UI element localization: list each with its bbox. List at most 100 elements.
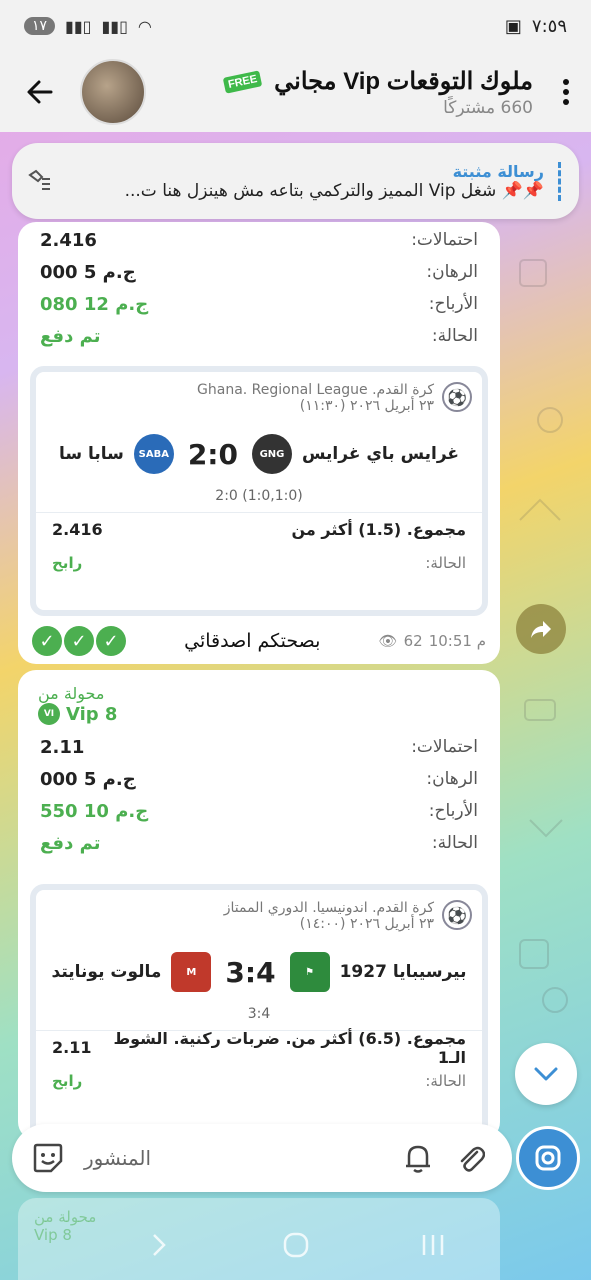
nav-recents-button[interactable] [413,1225,453,1265]
status-label: الحالة: [431,326,478,346]
more-options-button[interactable] [541,52,591,132]
winnings-label: الأرباح: [428,801,478,821]
away-team-logo: SABA [133,434,174,474]
nav-back-icon [152,1234,166,1256]
bet-card-2[interactable]: ⚽ كرة القدم. اندونيسيا. الدوري الممتاز ٢… [30,884,488,1140]
bet-card-1[interactable]: ⚽ كرة القدم. Ghana. Regional League ٢٣ أ… [30,366,488,616]
back-button[interactable] [0,52,80,132]
away-team: مالوت يونايتد [51,962,162,982]
pinned-message-text: 📌📌 شغل Vip المميز والتركمي بتاعه مش هينز… [64,181,544,201]
bet-status-label: الحالة: [425,554,466,572]
channel-post-1[interactable]: 2.416 احتمالات: ج.م 5 000 الرهان: ج.م 12… [18,222,500,664]
channel-title: ملوك التوقعات Vip مجاني FREE [162,67,533,96]
post-time: 10:51 م [428,632,486,650]
odds-value: 2.11 [40,736,85,758]
match-header: ⚽ كرة القدم. Ghana. Regional League ٢٣ أ… [36,372,482,414]
scroll-to-bottom-button[interactable] [515,1043,577,1105]
forwarded-header: محولة من VI Vip 8 [18,670,500,725]
home-team: غرايس باي غرايس [302,444,460,464]
channel-header: ملوك التوقعات Vip مجاني FREE 660 مشتركًا [0,52,591,132]
scoreline: مالوت يونايتد M 3:4 ⚑ بيرسيبايا 1927 [36,938,482,1006]
channel-post-2[interactable]: محولة من VI Vip 8 2.11 احتمالات: ج.م 5 0… [18,670,500,1140]
eye-icon: 👁 [378,632,398,650]
stake-label: الرهان: [426,769,478,789]
status-row: تم دفع الحالة: [18,320,500,352]
nav-home-button[interactable] [276,1225,316,1265]
match-date: ٢٣ أبريل ٢٠٢٦ (١١:٣٠) [299,398,434,414]
match-score: 3:4 [225,955,276,989]
odds-row: 2.11 احتمالات: [18,731,500,763]
match-score: 2:0 [187,437,238,471]
post-caption: بصحتكم اصدقائي [184,630,321,652]
pinned-text-block: رسالة مثبتة 📌📌 شغل Vip المميز والتركمي ب… [64,161,561,201]
bet-selection-row: 2.11 مجموع. (6.5) أكثر من. ضربات ركنية. … [36,1028,482,1067]
back-arrow-icon [27,80,53,104]
sticker-button[interactable] [28,1138,68,1178]
odds-row: 2.416 احتمالات: [18,224,500,256]
system-navigation-bar [0,1210,591,1280]
bet-status-row: رابح الحالة: [36,546,482,580]
bet-card-inner: ⚽ كرة القدم. اندونيسيا. الدوري الممتاز ٢… [36,890,482,1134]
away-team: سابا سا [58,444,124,464]
stake-label: الرهان: [426,262,478,282]
share-arrow-icon [531,621,551,638]
chevron-down-icon [534,1067,558,1081]
channel-title-text: ملوك التوقعات Vip مجاني [274,67,533,95]
football-icon: ⚽ [442,900,472,930]
stake-value: ج.م 5 000 [40,768,136,790]
pinned-message-bar[interactable]: رسالة مثبتة 📌📌 شغل Vip المميز والتركمي ب… [12,143,579,219]
status-label: الحالة: [431,833,478,853]
message-composer: المنشور [12,1124,512,1192]
status-bar: ١٧ ▮▮▯ ▮▮▯ ◠ ▣ ٧:٥٩ [0,0,591,52]
attach-button[interactable] [444,1132,496,1184]
nav-home-icon [283,1232,308,1258]
forwarded-source-name: Vip 8 [66,703,118,725]
camera-icon [535,1145,561,1171]
match-info: كرة القدم. Ghana. Regional League ٢٣ أبر… [197,382,434,414]
pinned-list-icon[interactable] [12,143,64,219]
match-header: ⚽ كرة القدم. اندونيسيا. الدوري الممتاز ٢… [36,890,482,932]
bet-status-row: رابح الحالة: [36,1064,482,1098]
football-icon: ⚽ [442,382,472,412]
subscriber-count: 660 مشتركًا [443,97,533,118]
check-emojis: ✓ ✓ ✓ [32,626,126,656]
free-badge: FREE [222,70,263,94]
signal-icon-2: ▮▮▯ [101,16,128,36]
forwarded-source[interactable]: VI Vip 8 [38,703,480,725]
status-row: تم دفع الحالة: [18,827,500,859]
bet-status-value: رابح [52,554,83,572]
post-input[interactable]: المنشور [68,1146,392,1170]
check-icon: ✓ [96,626,126,656]
league-name: كرة القدم. Ghana. Regional League [197,382,434,398]
away-team-logo: M [171,952,212,992]
status-value: تم دفع [40,832,101,854]
pin-list-glyph [28,169,50,190]
winnings-value: ج.م 12 080 [40,293,149,315]
check-icon: ✓ [32,626,62,656]
status-right: ▣ ٧:٥٩ [505,16,567,37]
notifications-toggle-button[interactable] [392,1132,444,1184]
pin-emoji-icon: 📌📌 [496,180,544,201]
channel-title-block[interactable]: ملوك التوقعات Vip مجاني FREE 660 مشتركًا [162,67,541,118]
home-team-logo: ⚑ [289,952,330,992]
channel-avatar[interactable] [80,59,146,125]
sticker-icon [33,1143,63,1173]
screen-record-icon: ▣ [504,15,522,37]
paperclip-icon [460,1146,485,1172]
bet-text: مجموع. (6.5) أكثر من. ضربات ركنية. الشوط… [113,1028,466,1067]
home-team: بيرسيبايا 1927 [339,962,467,982]
vip-channel-icon: VI [38,703,60,725]
share-button[interactable] [516,604,566,654]
half-scores: 2:0 (1:0,1:0) [215,488,303,504]
bet-text: مجموع. (1.5) أكثر من [291,520,466,539]
winnings-row: ج.م 10 550 الأرباح: [18,795,500,827]
stake-row: ج.م 5 000 الرهان: [18,256,500,288]
camera-button[interactable] [516,1126,580,1190]
bell-icon [406,1145,430,1173]
status-value: تم دفع [40,325,101,347]
pinned-message-body: شغل Vip المميز والتركمي بتاعه مش هينزل ه… [124,180,497,201]
bet-status-label: الحالة: [425,1072,466,1090]
winnings-label: الأرباح: [428,294,478,314]
nav-back-button[interactable] [139,1225,179,1265]
more-vertical-icon [563,79,569,105]
